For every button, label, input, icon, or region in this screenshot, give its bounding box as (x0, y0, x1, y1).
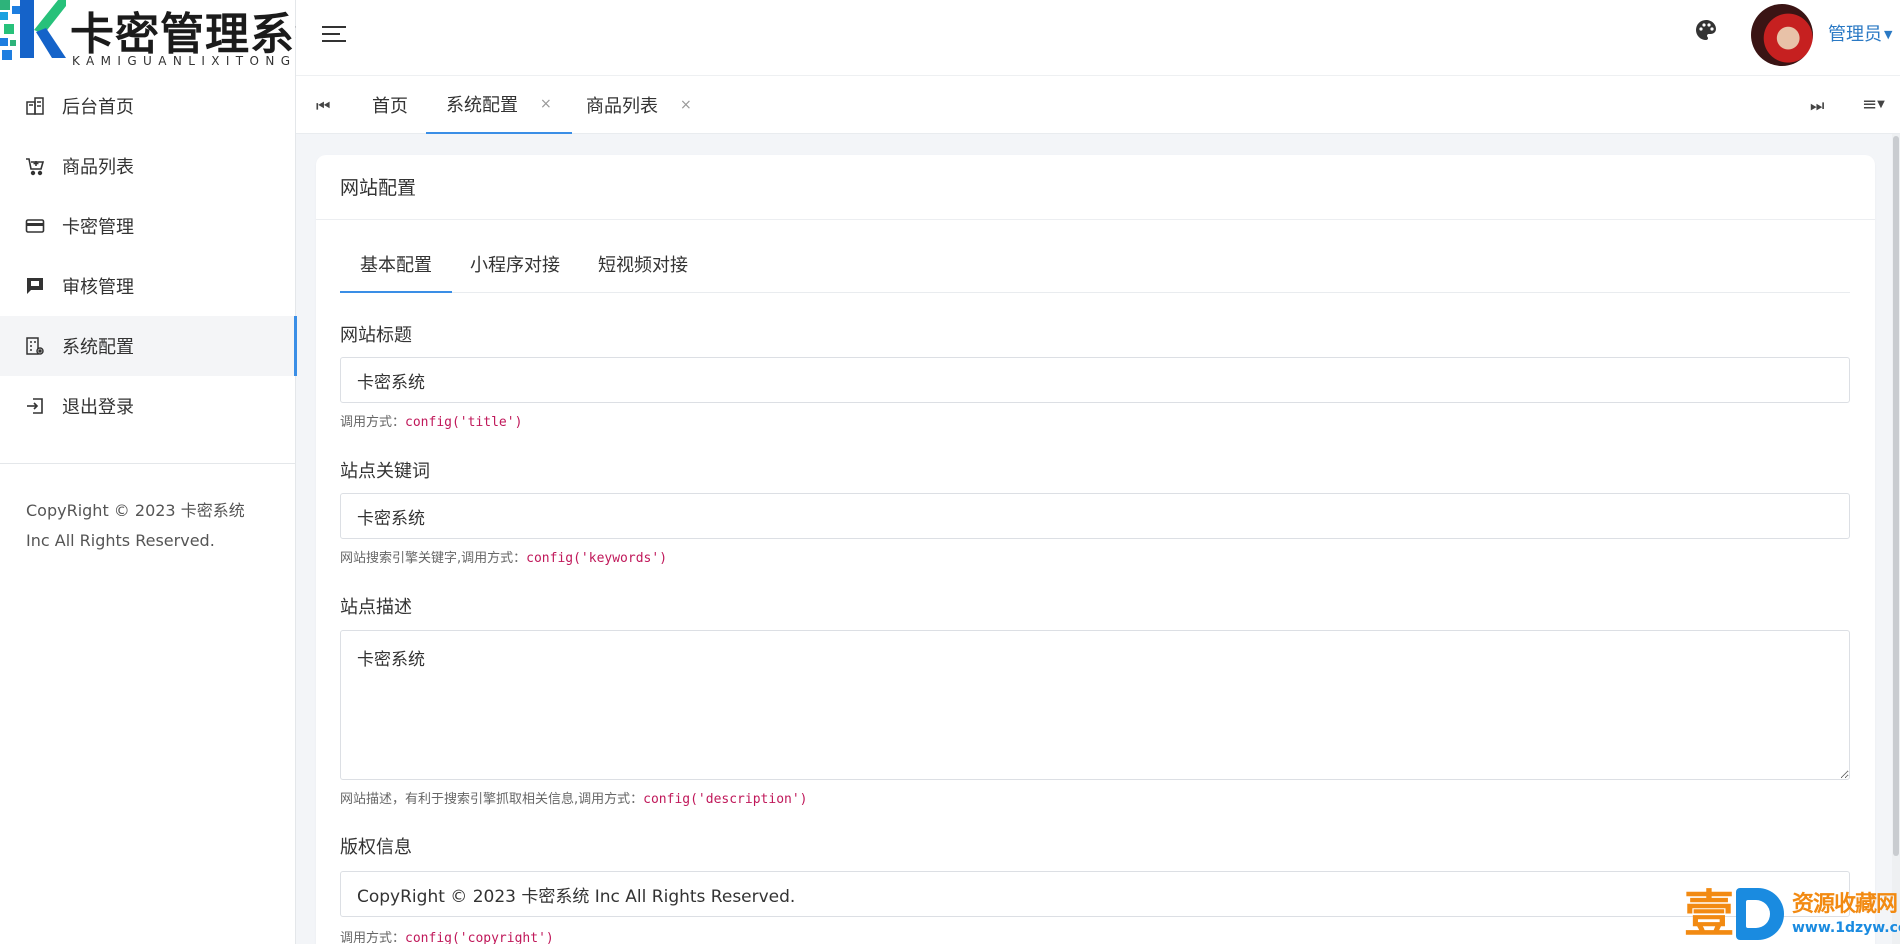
site-title-input[interactable] (340, 357, 1850, 403)
tab-label: 系统配置 (446, 95, 518, 116)
site-title-label: 网站标题 (340, 325, 412, 346)
sidebar-item-label: 卡密管理 (62, 217, 134, 238)
watermark-url: www.1dzyw.com (1792, 920, 1900, 936)
list-icon: ≡ (1862, 94, 1878, 115)
copyright-line: CopyRight © 2023 卡密系统 (26, 501, 245, 520)
sidebar-item-label: 后台首页 (62, 97, 134, 118)
caret-down-icon: ▼ (1884, 28, 1893, 41)
tab-miniprogram[interactable]: 小程序对接 (450, 251, 580, 293)
help-text: 网站搜索引擎关键字,调用方式： (340, 551, 527, 566)
tab-products[interactable]: 商品列表 × (586, 76, 692, 134)
logout-icon (24, 395, 46, 417)
caret-down-icon: ▼ (1877, 99, 1885, 110)
tab-short-video[interactable]: 短视频对接 (578, 251, 708, 293)
sidebar-item-cards[interactable]: 卡密管理 (0, 196, 296, 256)
copyright-line: Inc All Rights Reserved. (26, 531, 215, 550)
sidebar-item-label: 商品列表 (62, 157, 134, 178)
palette-icon[interactable] (1694, 18, 1718, 42)
config-card: 网站配置 基本配置 小程序对接 短视频对接 网站标题 调用方式：config('… (316, 155, 1875, 944)
sidebar-item-dashboard[interactable]: 后台首页 (0, 76, 296, 136)
page-tabs-bar: ⏮ 首页 系统配置 × 商品列表 × ⏭ ≡▼ (296, 76, 1900, 134)
tabs-prev-icon[interactable]: ⏮ (316, 96, 330, 116)
card-title: 网站配置 (340, 177, 417, 199)
dashboard-icon (24, 95, 46, 117)
sidebar-item-products[interactable]: 商品列表 (0, 136, 296, 196)
avatar[interactable] (1751, 4, 1813, 66)
logo-mark-icon (0, 0, 66, 60)
top-header: 管理员 ▼ (296, 0, 1900, 76)
settings-building-icon (24, 335, 46, 357)
sidebar-copyright: CopyRight © 2023 卡密系统 Inc All Rights Res… (26, 496, 286, 556)
site-keywords-help: 网站搜索引擎关键字,调用方式：config('keywords') (340, 547, 667, 566)
copyright-help: 调用方式：config('copyright') (340, 927, 554, 944)
close-icon[interactable]: × (680, 97, 692, 113)
tab-label: 商品列表 (586, 96, 658, 117)
copyright-label: 版权信息 (340, 837, 412, 858)
menu-icon[interactable] (320, 22, 348, 46)
help-text: 调用方式： (340, 415, 406, 430)
tabs-menu-icon[interactable]: ≡▼ (1862, 94, 1885, 115)
site-description-help: 网站描述，有利于搜索引擎抓取相关信息,调用方式：config('descript… (340, 788, 808, 807)
help-text: 网站描述，有利于搜索引擎抓取相关信息,调用方式： (340, 792, 644, 807)
tab-basic-config[interactable]: 基本配置 (340, 251, 452, 293)
site-keywords-label: 站点关键词 (340, 461, 430, 482)
watermark-title: 资源收藏网 (1792, 892, 1898, 917)
sidebar-menu: 后台首页 商品列表 卡密管理 审核管理 系统配置 退出登录 (0, 76, 297, 436)
scrollbar-thumb[interactable] (1893, 136, 1899, 856)
help-code: config('title') (405, 415, 523, 430)
card-icon (24, 215, 46, 237)
sidebar-divider (0, 463, 296, 464)
brand-logo[interactable]: 卡密管理系统 KAMIGUANLIXITONG (0, 0, 339, 76)
sidebar-item-review[interactable]: 审核管理 (0, 256, 296, 316)
cart-icon (24, 155, 46, 177)
watermark-logo: 壹 资源收藏网 www.1dzyw.com (1684, 886, 1900, 944)
sidebar-item-settings[interactable]: 系统配置 (0, 316, 297, 376)
tab-home[interactable]: 首页 (372, 76, 408, 134)
sidebar-item-logout[interactable]: 退出登录 (0, 376, 296, 436)
user-menu[interactable]: 管理员 ▼ (1828, 20, 1892, 46)
sidebar-item-label: 系统配置 (62, 337, 134, 358)
help-code: config('description') (643, 792, 808, 807)
sidebar-item-label: 退出登录 (62, 397, 134, 418)
copyright-input[interactable] (340, 871, 1850, 917)
site-keywords-input[interactable] (340, 493, 1850, 539)
tab-system-config[interactable]: 系统配置 × (426, 76, 572, 134)
sidebar-item-label: 审核管理 (62, 277, 134, 298)
site-description-label: 站点描述 (340, 597, 412, 618)
card-divider (316, 219, 1875, 220)
watermark-char: 壹 (1684, 884, 1734, 943)
tab-label: 首页 (372, 96, 408, 117)
sidebar: 卡密管理系统 KAMIGUANLIXITONG 后台首页 商品列表 卡密管理 审… (0, 0, 339, 944)
tabs-next-icon[interactable]: ⏭ (1810, 96, 1824, 116)
flag-icon (24, 275, 46, 297)
close-icon[interactable]: × (540, 96, 552, 112)
site-title-help: 调用方式：config('title') (340, 411, 522, 430)
brand-subtitle: KAMIGUANLIXITONG (72, 54, 297, 68)
user-name: 管理员 (1828, 24, 1882, 45)
help-code: config('keywords') (526, 551, 668, 566)
site-description-textarea[interactable]: 卡密系统 (340, 630, 1850, 780)
help-code: config('copyright') (405, 931, 554, 944)
help-text: 调用方式： (340, 931, 406, 944)
config-tabs: 基本配置 小程序对接 短视频对接 (340, 251, 1850, 293)
